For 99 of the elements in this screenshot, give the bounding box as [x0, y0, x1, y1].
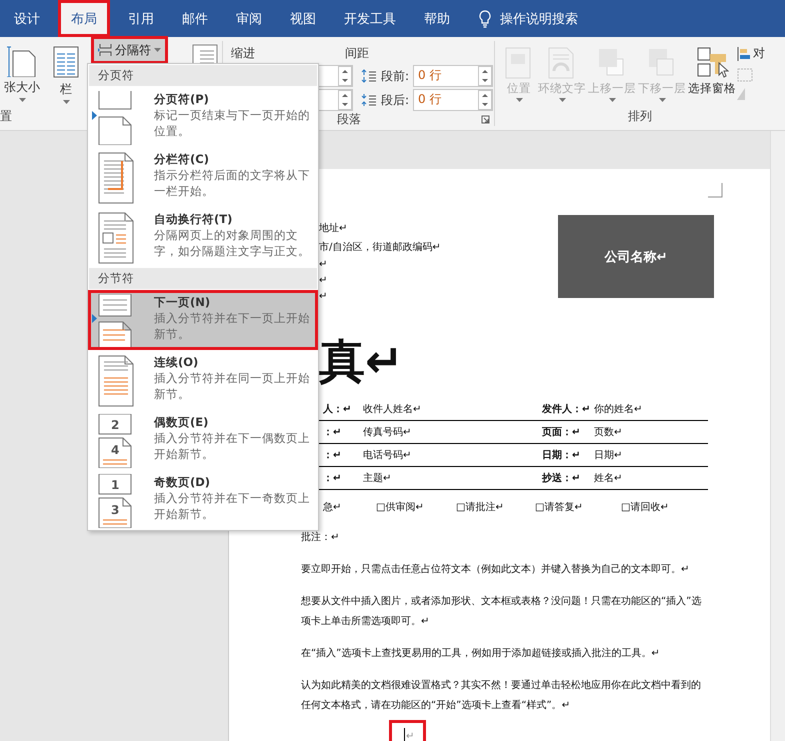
tell-me-search[interactable]: 操作说明搜索: [500, 10, 578, 28]
page-number: 3: [111, 503, 120, 517]
field-label: 人：↵: [322, 402, 352, 416]
caret-icon: [658, 98, 666, 102]
menu-item[interactable]: 自动换行符(T) 分隔网页上的对象周围的文字，如分隔题注文字与正文。: [88, 207, 318, 267]
ribbon-tab[interactable]: 邮件: [169, 0, 221, 37]
size-button[interactable]: 张大小: [0, 43, 44, 108]
field-value: 姓名↵: [594, 472, 624, 485]
field-value: 页数↵: [594, 426, 624, 439]
spacing-field[interactable]: 0 行: [413, 65, 494, 87]
document-title: 真↵: [319, 334, 404, 388]
dialog-launcher-icon: [481, 115, 490, 124]
address-line: ↵: [319, 275, 328, 286]
field-label: 日期：↵: [542, 448, 582, 462]
scrollbar[interactable]: [770, 131, 785, 741]
caret-icon: [62, 100, 70, 104]
ribbon-tab[interactable]: 引用: [115, 0, 167, 37]
columns-button[interactable]: 栏: [48, 43, 84, 108]
spin-buttons[interactable]: [478, 90, 492, 110]
spacing-field-label: 段前:: [381, 68, 410, 84]
spacing-label: 间距: [345, 44, 369, 62]
menu-item[interactable]: 1 3 奇数页(D) 插入分节符并在下一奇数页上开始新节。: [88, 470, 318, 530]
indent-label: 缩进: [231, 44, 255, 62]
lightbulb-icon: [478, 8, 492, 28]
page-number: 2: [111, 418, 120, 432]
field-label: 发件人：↵: [542, 402, 592, 416]
field-value: 收件人姓名↵: [363, 403, 422, 416]
option-text: □供审阅↵: [376, 500, 425, 514]
page-number: 1: [111, 478, 120, 492]
menu-item[interactable]: 2 4 偶数页(E) 插入分节符并在下一偶数页上开始新节。: [88, 410, 318, 470]
ribbon-tab[interactable]: 审阅: [223, 0, 275, 37]
option-text: 急↵: [323, 501, 342, 514]
option-text: □请答复↵: [535, 500, 584, 514]
text-wrap-break-icon: [98, 211, 134, 265]
address-line: 地址↵: [319, 222, 348, 235]
space-before-icon: [361, 69, 377, 83]
paragraph: 认为如此精美的文档很难设置格式？其实不然！要通过单击轻松地应用你在此文档中看到的任何文本格式，请在功能区的“开始”选项卡上查看“样式”。↵: [301, 678, 702, 713]
pane-icon: [695, 45, 729, 79]
breaks-icon: [98, 43, 112, 57]
caret-icon: [516, 98, 522, 102]
address-line: 市/自治区，街道邮政编码↵: [319, 240, 442, 254]
next-page-break-icon: [98, 294, 134, 348]
spacing-field[interactable]: 0 行: [413, 89, 494, 111]
group-icon: [737, 68, 753, 82]
menu-section-header: 分节符: [89, 268, 317, 289]
address-line: ↵: [319, 259, 328, 270]
ribbon-tab[interactable]: 视图: [277, 0, 329, 37]
ribbon-tab[interactable]: 帮助: [411, 0, 463, 37]
paragraph: 要立即开始，只需点击任意占位符文本（例如此文本）并键入替换为自己的文本即可。↵: [301, 562, 690, 577]
space-after-icon: [361, 93, 377, 107]
field-label: ：↵: [322, 426, 342, 439]
spin-buttons[interactable]: [338, 66, 352, 86]
rotate-icon: [737, 88, 745, 100]
field-value: 电话号码↵: [363, 448, 412, 462]
page-number: 4: [111, 443, 120, 457]
menu-item[interactable]: 下一页(N) 插入分节符并在下一页上开始新节。: [88, 290, 318, 350]
paragraph: 批注：↵: [301, 530, 340, 545]
page-size-icon: [7, 45, 37, 77]
option-text: □请批注↵: [456, 500, 505, 514]
caret-icon: [608, 98, 616, 102]
company-name-box: 公司名称↵: [558, 215, 714, 298]
menu-section-header: 分页符: [89, 65, 317, 86]
align-icon: [737, 46, 751, 60]
field-value: 主题↵: [363, 472, 392, 485]
menu-item[interactable]: 连续(O) 插入分节符并在同一页上开始新节。: [88, 350, 318, 410]
page-break-icon: [98, 91, 134, 145]
field-value: 你的姓名↵: [594, 403, 644, 416]
spin-buttons[interactable]: [338, 90, 352, 110]
field-value: 传真号码↵: [363, 426, 412, 439]
menu-item[interactable]: 分栏符(C) 指示分栏符后面的文字将从下一栏开始。: [88, 147, 318, 207]
paragraph: 想要从文件中插入图片，或者添加形状、文本框或表格？没问题！只需在功能区的“插入”选项卡上单击所需选项即可。↵: [301, 594, 702, 629]
field-value: 日期↵: [594, 448, 624, 462]
group-label: 排列: [628, 109, 652, 123]
menu-item[interactable]: 分页符(P) 标记一页结束与下一页开始的位置。: [88, 87, 318, 147]
field-label: 页面：↵: [542, 426, 582, 439]
spacing-field-label: 段后:: [381, 92, 410, 108]
breaks-button[interactable]: 分隔符: [94, 39, 165, 61]
option-text: □请回收↵: [621, 500, 670, 514]
continuous-break-icon: [98, 354, 134, 408]
address-line: ↵: [319, 291, 328, 302]
ribbon-tab[interactable]: 设计: [1, 0, 53, 37]
spin-buttons[interactable]: [478, 66, 492, 86]
columns-icon: [52, 45, 80, 79]
group-label: 段落: [337, 111, 361, 128]
caret-icon: [154, 48, 161, 52]
field-label: ：↵: [322, 449, 342, 462]
corner-mark-icon: [708, 183, 723, 198]
pane-button[interactable]: 选择窗格: [687, 43, 737, 108]
ribbon-tab[interactable]: 开发工具: [331, 0, 409, 37]
caret-icon: [558, 98, 566, 102]
align-label[interactable]: 对: [753, 45, 765, 62]
column-break-icon: [98, 151, 134, 205]
ribbon-tab[interactable]: 布局: [58, 0, 110, 37]
paragraph-mark: ↵: [406, 730, 414, 741]
caret-icon: [18, 98, 26, 102]
group-label: 置: [0, 109, 12, 123]
field-label: 抄送：↵: [542, 472, 582, 485]
field-label: ：↵: [322, 472, 342, 485]
paragraph: 在“插入”选项卡上查找更易用的工具，例如用于添加超链接或插入批注的工具。↵: [301, 646, 661, 661]
